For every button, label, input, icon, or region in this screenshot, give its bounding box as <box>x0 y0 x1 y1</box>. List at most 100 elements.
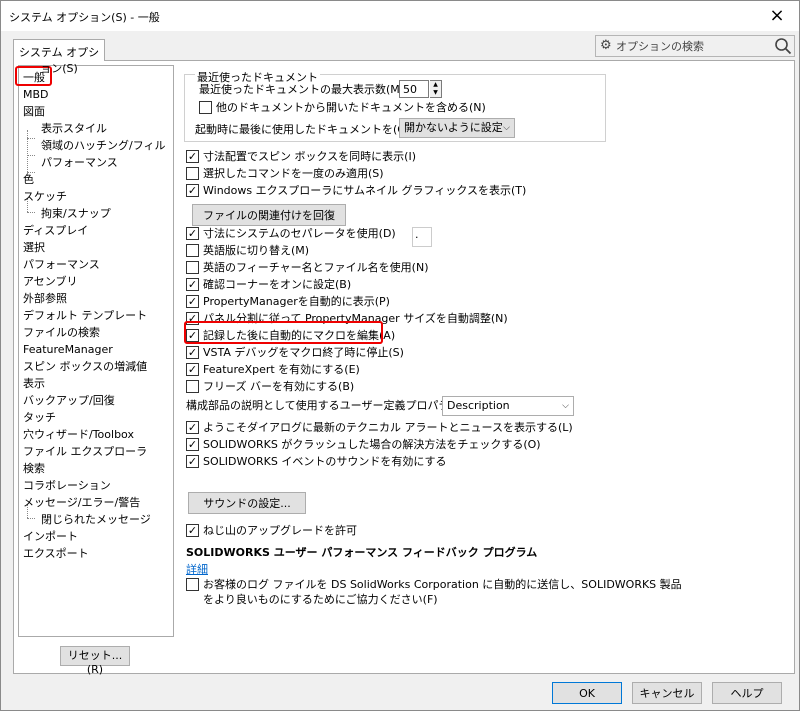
tree-item[interactable]: パフォーマンス <box>41 155 118 171</box>
tree-item[interactable]: MBD <box>23 87 49 103</box>
tree-item[interactable]: ファイル エクスプローラ <box>23 444 147 460</box>
option-row[interactable]: ✓ FeatureXpert を有効にする(E) <box>186 361 360 379</box>
system-options-dialog: システム オプション(S) - 一般 × システム オプション(S) ⚙ 一般M… <box>0 0 800 711</box>
thread-upgrade-row[interactable]: ✓ ねじ山のアップグレードを許可 <box>186 522 357 540</box>
option-row[interactable]: ✓ VSTA デバッグをマクロ終了時に停止(S) <box>186 344 404 362</box>
tree-item[interactable]: 領域のハッチング/フィル <box>41 138 166 154</box>
max-recent-spinner[interactable]: ▲ ▼ <box>430 80 442 98</box>
tree-item[interactable]: 表示 <box>23 376 45 392</box>
tree-item[interactable]: インポート <box>23 529 78 545</box>
option-checkbox[interactable]: ✓ <box>186 294 199 308</box>
tree-item[interactable]: 外部参照 <box>23 291 67 307</box>
option-row[interactable]: ✓ SOLIDWORKS イベントのサウンドを有効にする <box>186 453 446 471</box>
max-recent-label: 最近使ったドキュメントの最大表示数(M): <box>199 83 408 96</box>
spin-down-icon[interactable]: ▼ <box>430 89 441 97</box>
max-recent-row: 最近使ったドキュメントの最大表示数(M): <box>199 81 408 99</box>
option-row[interactable]: ✓ PropertyManagerを自動的に表示(P) <box>186 293 390 311</box>
option-row[interactable]: 選択したコマンドを一度のみ適用(S) <box>186 165 384 183</box>
include-other-docs-label: 他のドキュメントから開いたドキュメントを含める(N) <box>216 101 486 114</box>
tree-item[interactable]: スケッチ <box>23 189 67 205</box>
option-row[interactable]: ✓ SOLIDWORKS がクラッシュした場合の解決方法をチェックする(O) <box>186 436 541 454</box>
separator-preview: . <box>412 227 432 247</box>
tree-item[interactable]: パフォーマンス <box>23 257 100 273</box>
option-checkbox[interactable]: ✓ <box>186 437 199 451</box>
startup-row: 起動時に最後に使用したドキュメントを(O): <box>195 121 414 139</box>
ok-button[interactable]: OK <box>552 682 622 704</box>
spin-up-icon[interactable]: ▲ <box>430 81 441 89</box>
options-search[interactable]: ⚙ <box>595 35 795 57</box>
option-row[interactable]: ✓ 確認コーナーをオンに設定(B) <box>186 276 351 294</box>
include-other-docs-row[interactable]: 他のドキュメントから開いたドキュメントを含める(N) <box>199 99 486 117</box>
search-input[interactable] <box>616 38 766 54</box>
option-checkbox[interactable]: ✓ <box>186 345 199 359</box>
option-checkbox[interactable]: ✓ <box>186 226 199 240</box>
perf-program-title: SOLIDWORKS ユーザー パフォーマンス フィードバック プログラム <box>186 546 538 559</box>
option-checkbox[interactable]: ✓ <box>186 149 199 163</box>
gear-icon: ⚙ <box>600 38 612 53</box>
general-options-content: 最近使ったドキュメント 最近使ったドキュメントの最大表示数(M): ▲ ▼ 他の… <box>180 61 792 673</box>
option-row[interactable]: ✓ 寸法配置でスピン ボックスを同時に表示(I) <box>186 148 416 166</box>
tree-item[interactable]: バックアップ/回復 <box>23 393 115 409</box>
tree-item[interactable]: スピン ボックスの増減値 <box>23 359 147 375</box>
tree-item[interactable]: 選択 <box>23 240 45 256</box>
search-icon[interactable] <box>774 37 792 55</box>
tree-item[interactable]: メッセージ/エラー/警告 <box>23 495 140 511</box>
max-recent-input[interactable] <box>399 80 429 98</box>
detail-link[interactable]: 詳細 <box>186 563 208 576</box>
option-label: Windows エクスプローラにサムネイル グラフィックスを表示(T) <box>203 184 527 197</box>
window-title: システム オプション(S) - 一般 <box>9 11 160 24</box>
tree-item[interactable]: 表示スタイル <box>41 121 107 137</box>
tab-system-options[interactable]: システム オプション(S) <box>13 39 105 75</box>
option-row[interactable]: フリーズ バーを有効にする(B) <box>186 378 354 396</box>
tree-item[interactable]: ディスプレイ <box>23 223 88 239</box>
option-label: VSTA デバッグをマクロ終了時に停止(S) <box>203 346 404 359</box>
tree-item[interactable]: アセンブリ <box>23 274 77 290</box>
option-checkbox[interactable] <box>186 166 199 180</box>
tree-item[interactable]: 検索 <box>23 461 45 477</box>
recent-documents-group: 最近使ったドキュメント 最近使ったドキュメントの最大表示数(M): ▲ ▼ 他の… <box>184 69 606 142</box>
startup-select[interactable]: 開かないように設定 ⌵ <box>399 118 515 138</box>
description-property-select[interactable]: Description ⌵ <box>442 396 574 416</box>
option-checkbox[interactable]: ✓ <box>186 277 199 291</box>
send-log-label-2: をより良いものにするためにご協力ください(F) <box>203 593 438 606</box>
reset-button[interactable]: リセット...(R) <box>60 646 130 676</box>
tree-item[interactable]: タッチ <box>23 410 56 426</box>
option-row[interactable]: 英語のフィーチャー名とファイル名を使用(N) <box>186 259 428 277</box>
option-label: ようこそダイアログに最新のテクニカル アラートとニュースを表示する(L) <box>203 421 573 434</box>
option-checkbox[interactable]: ✓ <box>186 420 199 434</box>
restore-file-associations-button[interactable]: ファイルの関連付けを回復 <box>192 204 346 226</box>
help-button[interactable]: ヘルプ <box>712 682 782 704</box>
option-row[interactable]: ✓ Windows エクスプローラにサムネイル グラフィックスを表示(T) <box>186 182 526 200</box>
option-label: 英語のフィーチャー名とファイル名を使用(N) <box>203 261 429 274</box>
include-other-docs-checkbox[interactable] <box>199 100 212 114</box>
tree-item[interactable]: デフォルト テンプレート <box>23 308 147 324</box>
tree-item[interactable]: ファイルの検索 <box>23 325 100 341</box>
tree-item[interactable]: FeatureManager <box>23 342 113 358</box>
chevron-down-icon: ⌵ <box>562 401 569 411</box>
sound-settings-button[interactable]: サウンドの設定... <box>188 492 306 514</box>
option-label: PropertyManagerを自動的に表示(P) <box>203 295 390 308</box>
tree-item[interactable]: 図面 <box>23 104 45 120</box>
option-checkbox[interactable]: ✓ <box>186 183 199 197</box>
close-icon[interactable]: × <box>767 5 787 26</box>
option-checkbox[interactable]: ✓ <box>186 454 199 468</box>
tree-item[interactable]: コラボレーション <box>23 478 111 494</box>
option-label: 選択したコマンドを一度のみ適用(S) <box>203 167 384 180</box>
option-checkbox[interactable] <box>186 243 199 257</box>
cancel-button[interactable]: キャンセル <box>632 682 702 704</box>
tree-item[interactable]: 色 <box>23 172 34 188</box>
thread-upgrade-checkbox[interactable]: ✓ <box>186 523 199 537</box>
option-checkbox[interactable]: ✓ <box>186 362 199 376</box>
tree-item[interactable]: 穴ウィザード/Toolbox <box>23 427 134 443</box>
description-property-label: 構成部品の説明として使用するユーザー定義プロパティ: <box>186 399 464 412</box>
send-log-checkbox[interactable] <box>186 577 199 591</box>
option-row[interactable]: ✓ 寸法にシステムのセパレータを使用(D) <box>186 225 396 243</box>
option-checkbox[interactable] <box>186 260 199 274</box>
option-row[interactable]: 英語版に切り替え(M) <box>186 242 309 260</box>
macro-option-highlight <box>184 321 383 344</box>
tree-item[interactable]: 拘束/スナップ <box>41 206 111 222</box>
option-row[interactable]: ✓ ようこそダイアログに最新のテクニカル アラートとニュースを表示する(L) <box>186 419 573 437</box>
tree-item[interactable]: 閉じられたメッセージ <box>41 512 151 528</box>
tree-item[interactable]: エクスポート <box>23 546 89 562</box>
option-checkbox[interactable] <box>186 379 199 393</box>
